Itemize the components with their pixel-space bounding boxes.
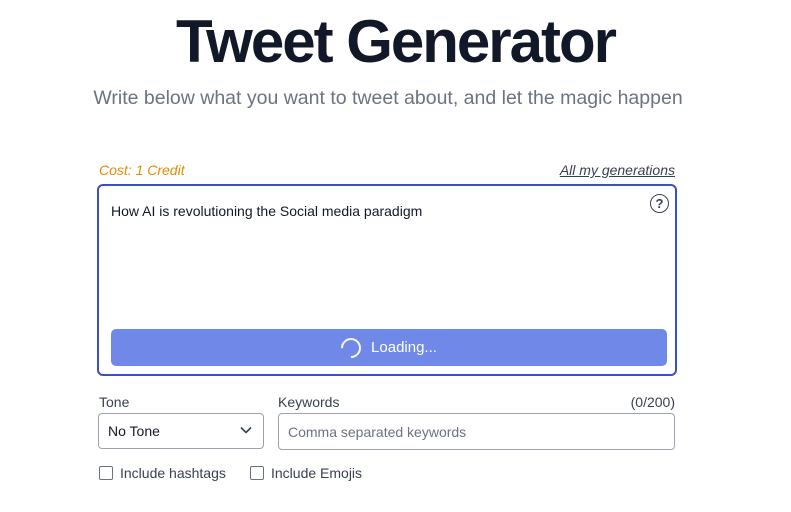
all-generations-link[interactable]: All my generations <box>560 161 675 179</box>
keywords-counter: (0/200) <box>630 394 675 410</box>
cost-label: Cost: 1 Credit <box>99 162 185 178</box>
include-emojis-checkbox[interactable] <box>250 466 264 480</box>
include-hashtags-checkbox[interactable] <box>99 466 113 480</box>
include-emojis-option[interactable]: Include Emojis <box>250 465 362 481</box>
page-title: Tweet Generator <box>175 8 617 75</box>
keywords-label: Keywords <box>278 394 340 410</box>
keywords-input[interactable] <box>278 413 675 450</box>
tone-selected-value: No Tone <box>108 423 160 439</box>
tweet-prompt-textarea[interactable]: How AI is revolutioning the Social media… <box>97 184 677 376</box>
page-subtitle: Write below what you want to tweet about… <box>93 87 683 109</box>
loading-label: Loading... <box>371 339 437 356</box>
chevron-down-icon <box>240 426 252 434</box>
include-hashtags-label: Include hashtags <box>120 465 226 481</box>
tone-select[interactable]: No Tone <box>98 413 264 449</box>
include-emojis-label: Include Emojis <box>271 465 363 481</box>
generate-button[interactable]: Loading... <box>111 329 667 366</box>
prompt-text[interactable]: How AI is revolutioning the Social media… <box>111 202 422 220</box>
spinner-icon <box>336 333 366 362</box>
question-circle-icon[interactable]: ? <box>650 194 669 213</box>
tone-label: Tone <box>99 394 130 410</box>
include-hashtags-option[interactable]: Include hashtags <box>99 465 226 481</box>
